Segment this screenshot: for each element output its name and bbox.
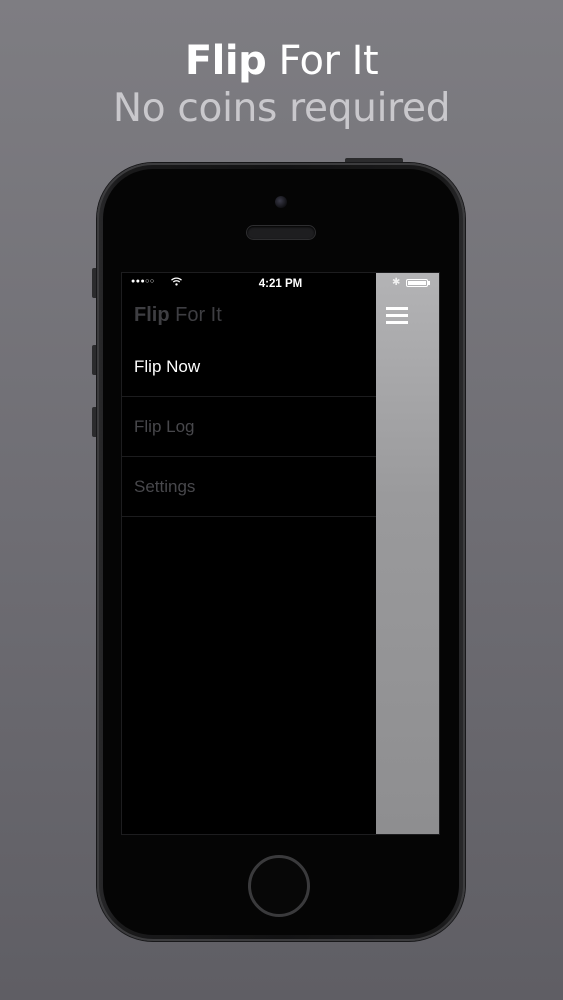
battery-level — [408, 281, 426, 285]
promo-tagline: No coins required — [112, 86, 451, 131]
menu-title-bold: Flip — [134, 304, 170, 326]
earpiece-speaker — [247, 226, 315, 239]
home-button — [248, 855, 310, 917]
menu-title: Flip For It — [134, 304, 222, 327]
menu-list: Flip Now Flip Log Settings — [122, 337, 376, 517]
promo-headline-light: For It — [278, 38, 379, 84]
battery-tip — [428, 281, 430, 285]
front-camera-icon — [275, 196, 287, 208]
hamburger-menu-icon[interactable] — [386, 305, 408, 325]
main-content-peek[interactable] — [376, 273, 439, 834]
promo-headline: Flip For It — [0, 38, 563, 84]
phone-screen: Flip For It Flip Now Flip Log Settings ●… — [122, 273, 439, 834]
battery-icon — [406, 279, 428, 287]
promo-headline-bold: Flip — [184, 38, 267, 84]
menu-item-settings[interactable]: Settings — [122, 457, 376, 517]
menu-title-light: For It — [175, 304, 222, 326]
bluetooth-icon: ✱ — [392, 277, 401, 288]
menu-item-flip-now[interactable]: Flip Now — [122, 337, 376, 397]
menu-item-flip-log[interactable]: Flip Log — [122, 397, 376, 457]
side-menu-panel: Flip For It Flip Now Flip Log Settings — [122, 273, 377, 834]
status-bar: ●●●○○ 4:21 PM ✱ — [122, 273, 439, 295]
